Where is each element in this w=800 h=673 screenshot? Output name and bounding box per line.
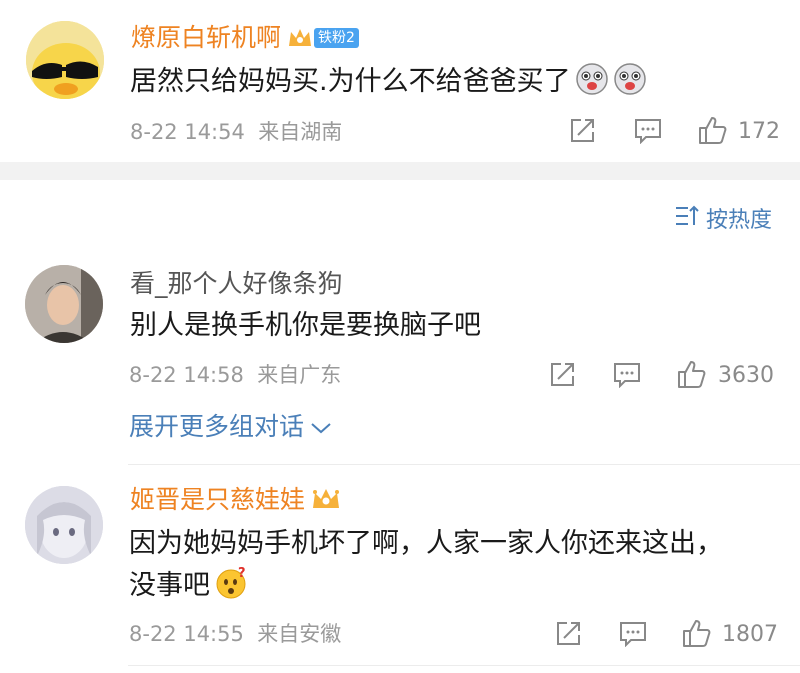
crying-emoji-icon [613, 62, 647, 111]
comment-location: 来自广东 [257, 363, 342, 387]
comment-username[interactable]: 看_那个人好像条狗 [130, 268, 343, 300]
comment-text[interactable]: 居然只给妈妈买.为什么不给爸爸买了 [130, 59, 647, 111]
avatar[interactable] [25, 486, 103, 564]
comment-time: 8-22 14:58 [129, 363, 244, 387]
comment-icon[interactable] [613, 362, 641, 392]
like-icon[interactable] [682, 618, 712, 652]
comment-text-line[interactable]: 因为她妈妈手机坏了啊，人家一家人你还来这出， [129, 521, 723, 567]
crown-icon [287, 26, 313, 58]
duck-avatar-icon [26, 21, 104, 99]
avatar[interactable] [26, 21, 104, 99]
comment-meta: 8-22 14:54 来自湖南 [130, 118, 342, 146]
comment-time: 8-22 14:55 [129, 622, 244, 646]
sort-icon [674, 205, 700, 237]
comment-icon[interactable] [634, 118, 662, 148]
expand-conversations-link[interactable]: 展开更多组对话 [129, 410, 332, 444]
like-icon[interactable] [698, 115, 728, 149]
confused-emoji-icon: ? [214, 566, 248, 615]
share-icon[interactable] [548, 361, 576, 393]
comment-meta: 8-22 14:55 来自安徽 [129, 620, 341, 648]
comment-icon[interactable] [619, 621, 647, 651]
anime-girl-avatar-icon [25, 486, 103, 564]
avatar[interactable] [25, 265, 103, 343]
comment-meta: 8-22 14:58 来自广东 [129, 361, 341, 389]
comment-username[interactable]: 姬晋是只慈娃娃 [130, 484, 341, 520]
comment-text[interactable]: 别人是换手机你是要换脑子吧 [130, 303, 481, 349]
like-count: 172 [738, 119, 780, 144]
comment-text-line[interactable]: 没事吧? [129, 563, 248, 615]
comment-divider [128, 464, 800, 465]
comment-location: 来自安徽 [257, 622, 342, 646]
like-count: 3630 [718, 363, 774, 388]
comment-username[interactable]: 燎原白斩机啊 铁粉2 [131, 22, 359, 58]
like-count: 1807 [722, 622, 778, 647]
comment-divider [128, 665, 800, 666]
comment-location: 来自湖南 [258, 120, 343, 144]
like-icon[interactable] [677, 359, 707, 393]
svg-text:?: ? [238, 566, 246, 581]
share-icon[interactable] [568, 117, 596, 149]
chevron-down-icon [310, 410, 332, 444]
section-divider [0, 162, 800, 180]
share-icon[interactable] [554, 620, 582, 652]
person-avatar-icon [25, 265, 103, 343]
crying-emoji-icon [575, 62, 609, 111]
sort-by-hot-button[interactable]: 按热度 [674, 205, 772, 237]
comment-time: 8-22 14:54 [130, 120, 245, 144]
fan-level-badge: 铁粉2 [314, 28, 359, 48]
crown-icon [311, 486, 341, 520]
